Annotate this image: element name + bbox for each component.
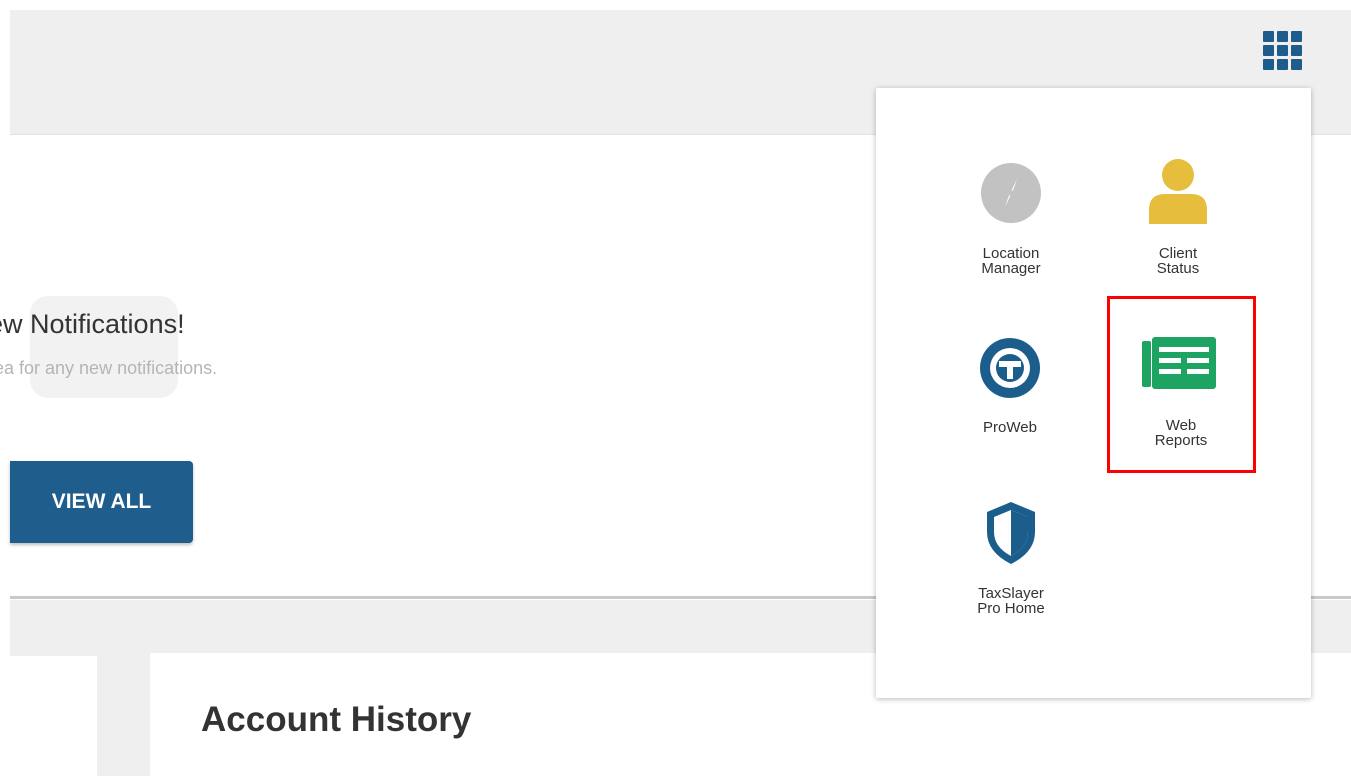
- app-taxslayer-pro-home[interactable]: TaxSlayer Pro Home: [941, 500, 1081, 616]
- grid-dot: [1263, 59, 1274, 70]
- person-icon: [1149, 159, 1207, 224]
- grid-dot: [1291, 31, 1302, 42]
- shield-icon: [987, 502, 1035, 564]
- app-label: Web Reports: [1154, 417, 1208, 449]
- app-location-manager[interactable]: Location Manager: [941, 160, 1081, 276]
- grid-dot: [1291, 45, 1302, 56]
- app-proweb[interactable]: ProWeb: [940, 335, 1080, 435]
- grid-dot: [1263, 45, 1274, 56]
- app-label: Client Status: [1156, 245, 1200, 277]
- app-label: Location Manager: [981, 245, 1041, 277]
- notifications-subtitle: rea for any new notifications.: [0, 358, 218, 378]
- account-history-title: Account History: [201, 700, 472, 739]
- compass-icon: [981, 163, 1041, 223]
- notifications-title: ew Notifications!: [0, 309, 185, 339]
- app-label: ProWeb: [983, 419, 1037, 436]
- grid-dot: [1291, 59, 1302, 70]
- app-web-reports[interactable]: Web Reports: [1111, 335, 1251, 448]
- grid-dot: [1277, 45, 1288, 56]
- reports-icon: [1142, 337, 1216, 389]
- grid-dot: [1277, 59, 1288, 70]
- app-client-status[interactable]: Client Status: [1108, 158, 1248, 276]
- grid-dot: [1277, 31, 1288, 42]
- grid-dot: [1263, 31, 1274, 42]
- app-label: TaxSlayer Pro Home: [977, 585, 1045, 617]
- apps-grid-icon[interactable]: [1263, 31, 1305, 73]
- proweb-icon: [980, 338, 1040, 398]
- left-panel-card: [10, 656, 97, 776]
- view-all-button[interactable]: VIEW ALL: [10, 461, 193, 543]
